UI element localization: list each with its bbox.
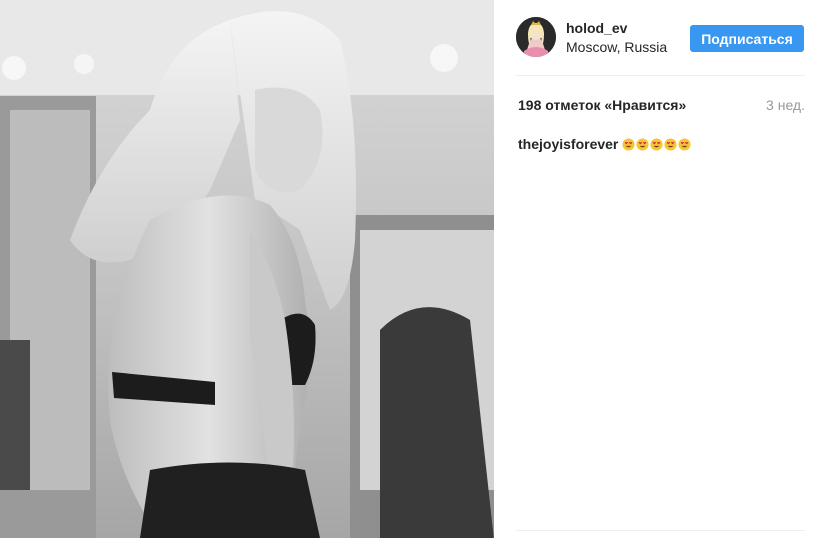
post-timestamp[interactable]: 3 нед.: [766, 97, 805, 113]
avatar[interactable]: [516, 17, 556, 57]
smiling-face-with-heart-eyes-icon: [636, 137, 649, 151]
smiling-face-with-heart-eyes-icon: [650, 137, 663, 151]
caption-username[interactable]: thejoyisforever: [518, 136, 618, 152]
avatar-image: [516, 17, 556, 57]
likes-count[interactable]: 198 отметок «Нравится»: [518, 97, 686, 113]
follow-button[interactable]: Подписаться: [690, 25, 804, 52]
smiling-face-with-heart-eyes-icon: [664, 137, 677, 151]
post-side-panel: holod_ev Moscow, Russia Подписаться 198 …: [494, 0, 827, 538]
header-divider: [516, 75, 805, 76]
caption: thejoyisforever: [518, 136, 692, 152]
smiling-face-with-heart-eyes-icon: [678, 137, 691, 151]
post-header: holod_ev Moscow, Russia Подписаться: [494, 0, 827, 76]
post-location[interactable]: Moscow, Russia: [566, 39, 667, 55]
caption-emojis: [622, 137, 692, 151]
comments-divider: [516, 530, 805, 531]
post-photo[interactable]: [0, 0, 494, 538]
author-username[interactable]: holod_ev: [566, 20, 627, 36]
photo-image: [0, 0, 494, 538]
post-dialog: holod_ev Moscow, Russia Подписаться 198 …: [0, 0, 827, 538]
smiling-face-with-heart-eyes-icon: [622, 137, 635, 151]
